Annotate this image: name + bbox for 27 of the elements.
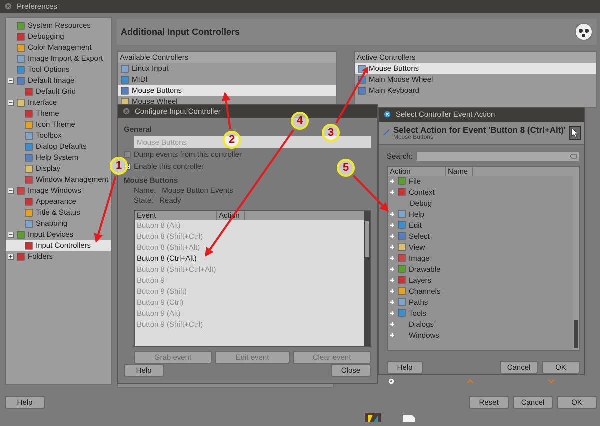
- page-title: Additional Input Controllers: [121, 27, 240, 37]
- collapse-icon[interactable]: [8, 188, 14, 194]
- pointer-button[interactable]: [569, 126, 581, 140]
- expand-icon[interactable]: [8, 254, 14, 260]
- checkbox[interactable]: [124, 151, 131, 158]
- pencil-icon: [383, 128, 390, 138]
- collapse-icon[interactable]: [8, 232, 14, 238]
- number-callout: 2: [223, 131, 241, 149]
- app-logo-icon: [575, 23, 593, 41]
- number-callout: 4: [291, 112, 309, 130]
- clear-icon[interactable]: [570, 154, 577, 159]
- scrollbar[interactable]: [573, 166, 579, 350]
- number-callout: 3: [322, 124, 340, 142]
- collapse-icon[interactable]: [8, 78, 14, 84]
- document-icon[interactable]: [401, 413, 417, 422]
- search-field[interactable]: [416, 150, 580, 162]
- settings-icon[interactable]: [388, 378, 395, 384]
- app-icon[interactable]: [365, 413, 381, 422]
- annotation-arrow: [336, 67, 368, 124]
- number-callout: 5: [337, 159, 355, 177]
- number-callout: 1: [110, 157, 128, 175]
- collapse-icon[interactable]: [8, 100, 14, 106]
- scrollbar[interactable]: [364, 211, 370, 346]
- checkbox[interactable]: [124, 163, 131, 170]
- annotation-arrow: [352, 175, 389, 212]
- close-icon[interactable]: [384, 111, 391, 118]
- dialog-heading: Select Action for Event 'Button 8 (Ctrl+Alt)': [393, 124, 566, 135]
